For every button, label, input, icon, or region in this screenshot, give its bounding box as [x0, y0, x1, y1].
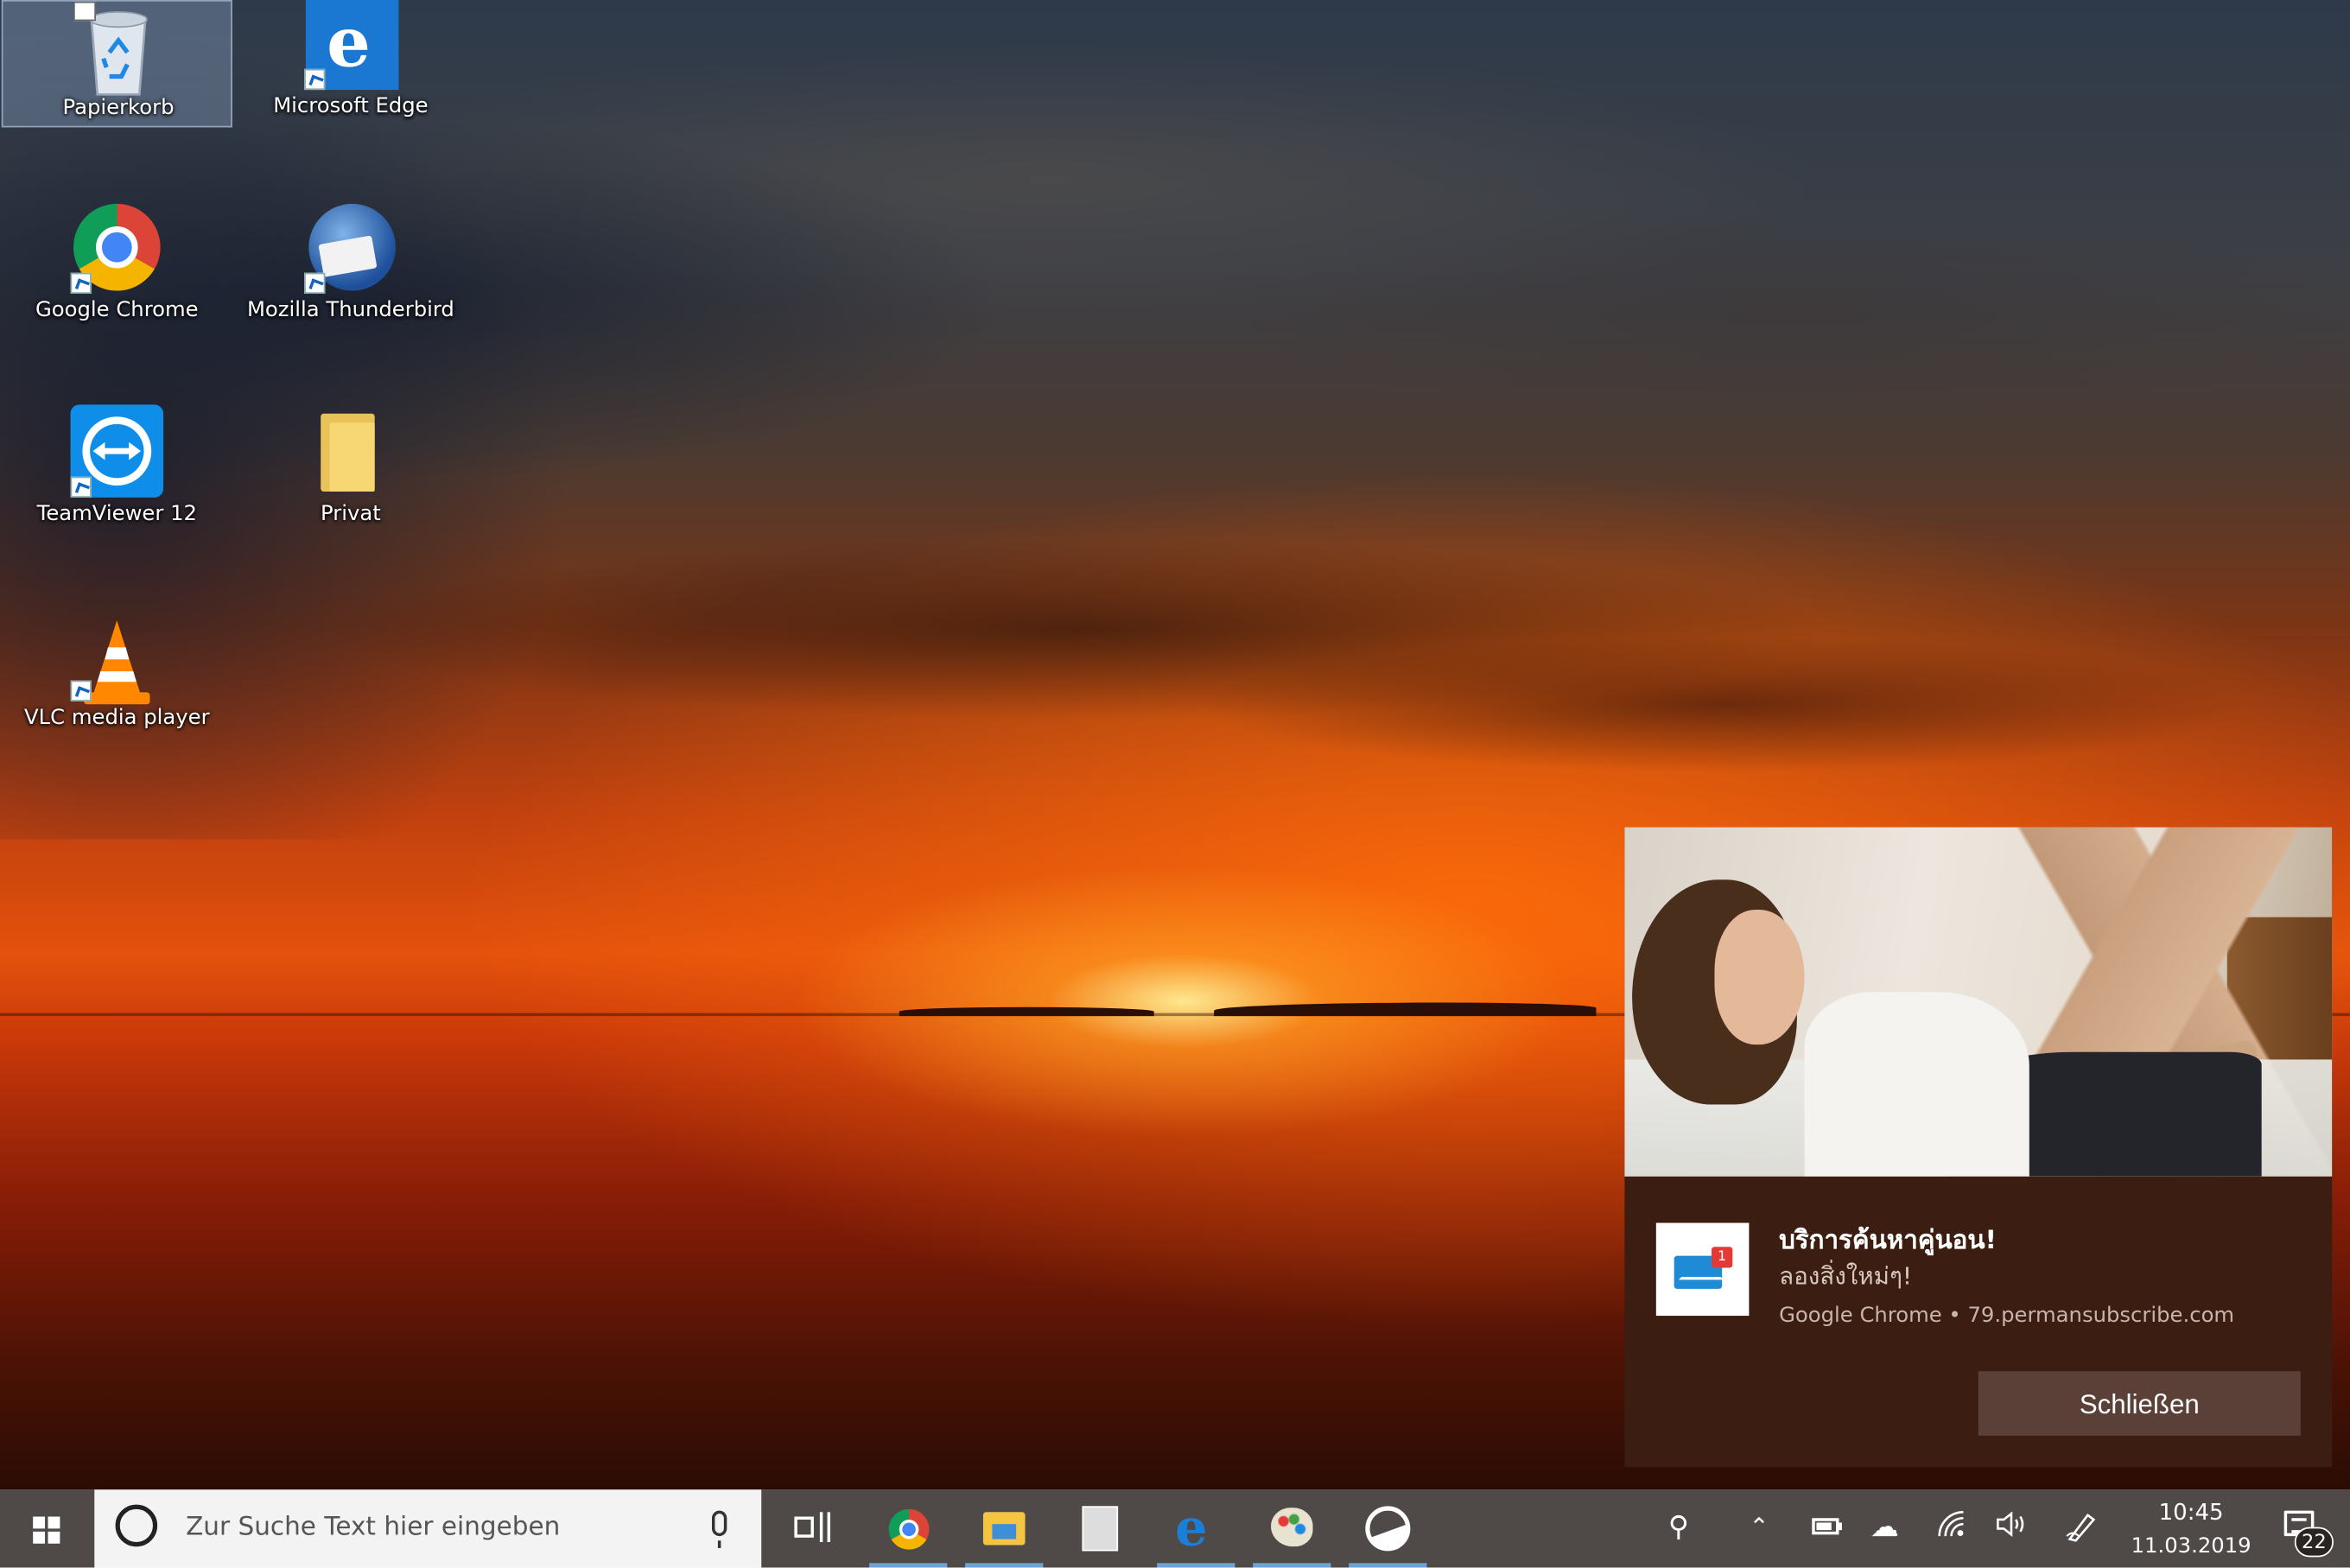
cortana-icon[interactable]	[115, 1504, 158, 1547]
wifi-icon[interactable]	[1936, 1509, 1966, 1548]
desktop-icon-label: VLC media player	[24, 706, 210, 730]
shortcut-arrow-icon	[304, 68, 326, 91]
taskbar: e ⚲ ⌃ ☁ 10:45 11.03.2019	[0, 1489, 2350, 1568]
taskbar-file-explorer[interactable]	[965, 1489, 1044, 1568]
task-view-icon	[794, 1512, 831, 1543]
microphone-icon[interactable]	[711, 1510, 727, 1548]
windows-logo-icon	[33, 1516, 60, 1544]
shortcut-arrow-icon	[70, 680, 92, 701]
mail-badge: 1	[1712, 1247, 1733, 1268]
desktop-icon-label: TeamViewer 12	[36, 502, 197, 526]
pen-workspace-icon[interactable]	[2064, 1509, 2100, 1552]
desktop-icon-chrome[interactable]: Google Chrome	[2, 203, 232, 331]
photos-icon	[1365, 1506, 1411, 1552]
edge-icon: e	[1175, 1498, 1208, 1559]
task-view-button[interactable]	[771, 1489, 848, 1567]
desktop-icon-label: Privat	[321, 502, 381, 526]
search-box[interactable]	[94, 1489, 762, 1568]
taskbar-calculator[interactable]	[1061, 1489, 1139, 1567]
volume-icon[interactable]	[1995, 1509, 2031, 1548]
file-explorer-icon	[982, 1512, 1026, 1546]
desktop-icon-label: Mozilla Thunderbird	[246, 298, 454, 322]
notification-source: Google Chrome • 79.permansubscribe.com	[1779, 1304, 2235, 1328]
wallpaper-island	[1214, 1002, 1597, 1017]
selection-checkbox[interactable]	[73, 1, 97, 22]
clock-date[interactable]: 11.03.2019	[2122, 1534, 2260, 1558]
show-hidden-icons-chevron-icon[interactable]: ⌃	[1749, 1509, 1769, 1546]
shortcut-arrow-icon	[70, 476, 92, 498]
wallpaper-island	[899, 1006, 1154, 1017]
desktop-icon-teamviewer[interactable]: TeamViewer 12	[2, 404, 232, 535]
notification-close-button[interactable]: Schließen	[1978, 1371, 2301, 1436]
clock-time[interactable]: 10:45	[2131, 1499, 2252, 1526]
calculator-icon	[1082, 1506, 1119, 1552]
search-input[interactable]	[186, 1512, 681, 1543]
desktop-icon-label: Google Chrome	[35, 298, 199, 322]
shortcut-arrow-icon	[70, 272, 92, 295]
desktop-icon-recycle-bin[interactable]: Papierkorb	[1, 0, 232, 128]
desktop-icon-label: Papierkorb	[62, 96, 175, 120]
paint-icon	[1271, 1508, 1313, 1547]
chrome-icon	[888, 1508, 930, 1550]
onedrive-icon[interactable]: ☁	[1870, 1509, 1899, 1546]
people-icon[interactable]: ⚲	[1668, 1509, 1689, 1546]
desktop-icon-thunderbird[interactable]: Mozilla Thunderbird	[235, 203, 466, 331]
desktop-icon-privat-folder[interactable]: Privat	[235, 408, 466, 535]
notification-title: บริการค้นหาคู่นอน!	[1779, 1225, 1997, 1256]
notification-image[interactable]	[1624, 827, 2333, 1177]
notification-body: ลองสิ่งใหม่ๆ!	[1779, 1261, 1912, 1291]
taskbar-paint[interactable]	[1253, 1489, 1331, 1568]
chrome-notification-toast[interactable]: 1 บริการค้นหาคู่นอน! ลองสิ่งใหม่ๆ! Googl…	[1624, 827, 2333, 1468]
taskbar-edge[interactable]: e	[1157, 1489, 1235, 1568]
shortcut-arrow-icon	[304, 272, 326, 295]
folder-icon	[321, 413, 375, 492]
desktop-icon-edge[interactable]: e Microsoft Edge	[235, 0, 466, 127]
notification-app-icon: 1	[1655, 1222, 1750, 1317]
taskbar-chrome[interactable]	[869, 1489, 948, 1568]
desktop-icon-label: Microsoft Edge	[273, 94, 429, 119]
taskbar-photos[interactable]	[1349, 1489, 1427, 1568]
desktop-icon-vlc[interactable]: VLC media player	[2, 612, 232, 739]
action-center-badge: 22	[2294, 1527, 2334, 1558]
start-button[interactable]	[0, 1489, 93, 1567]
